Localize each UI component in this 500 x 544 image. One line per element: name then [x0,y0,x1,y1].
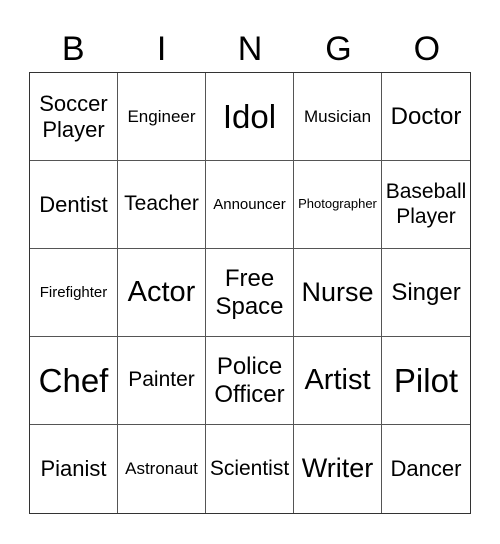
bingo-cell[interactable]: Pianist [30,425,118,513]
bingo-cell[interactable]: Scientist [206,425,294,513]
bingo-grid: Soccer Player Engineer Idol Musician Doc… [29,72,471,514]
bingo-cell[interactable]: Dancer [382,425,470,513]
bingo-cell[interactable]: Musician [294,73,382,161]
bingo-cell[interactable]: Firefighter [30,249,118,337]
bingo-cell[interactable]: Nurse [294,249,382,337]
bingo-cell[interactable]: Engineer [118,73,206,161]
bingo-cell[interactable]: Dentist [30,161,118,249]
free-space-cell[interactable]: Free Space [206,249,294,337]
bingo-cell[interactable]: Teacher [118,161,206,249]
bingo-cell[interactable]: Police Officer [206,337,294,425]
bingo-cell[interactable]: Baseball Player [382,161,470,249]
header-letter-o: O [413,30,441,68]
header-letter-b: B [61,30,85,68]
bingo-cell[interactable]: Idol [206,73,294,161]
bingo-cell[interactable]: Pilot [382,337,470,425]
bingo-cell[interactable]: Astronaut [118,425,206,513]
bingo-cell[interactable]: Writer [294,425,382,513]
bingo-cell[interactable]: Photographer [294,161,382,249]
bingo-cell[interactable]: Doctor [382,73,470,161]
bingo-cell[interactable]: Singer [382,249,470,337]
bingo-cell[interactable]: Soccer Player [30,73,118,161]
header-letter-i: I [156,30,167,68]
bingo-cell[interactable]: Painter [118,337,206,425]
bingo-header: B I N G O [29,26,471,72]
bingo-cell[interactable]: Actor [118,249,206,337]
bingo-cell[interactable]: Announcer [206,161,294,249]
bingo-cell[interactable]: Artist [294,337,382,425]
bingo-cell[interactable]: Chef [30,337,118,425]
header-letter-g: G [325,30,352,68]
header-letter-n: N [237,30,263,68]
